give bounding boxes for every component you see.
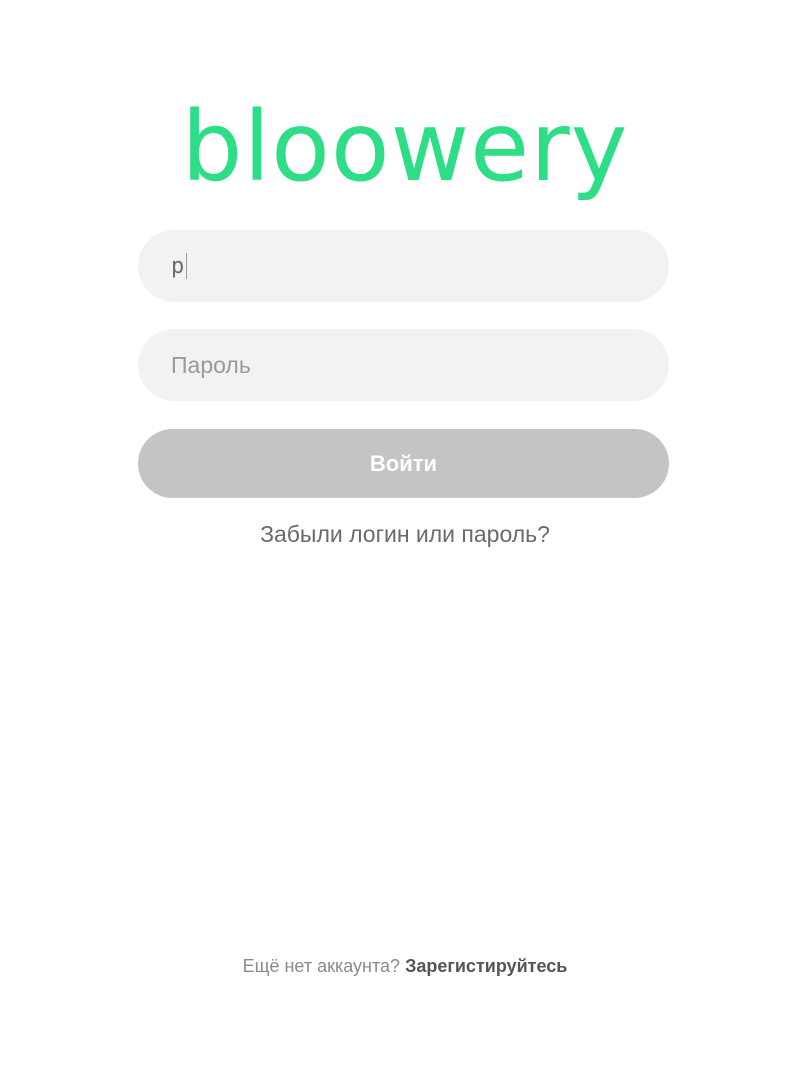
register-link[interactable]: Зарегистируйтесь	[405, 956, 567, 976]
login-button[interactable]: Войти	[138, 429, 669, 498]
forgot-password-link[interactable]: Забыли логин или пароль?	[0, 521, 810, 548]
register-prompt: Ещё нет аккаунта? Зарегистируйтесь	[0, 956, 810, 977]
app-logo: bloowery	[181, 91, 629, 203]
password-placeholder: Пароль	[171, 351, 251, 378]
register-prompt-text: Ещё нет аккаунта?	[242, 956, 401, 976]
login-input[interactable]: p	[138, 230, 669, 302]
login-input-value: p	[171, 253, 185, 279]
password-input[interactable]: Пароль	[138, 329, 669, 401]
text-caret	[186, 253, 188, 279]
